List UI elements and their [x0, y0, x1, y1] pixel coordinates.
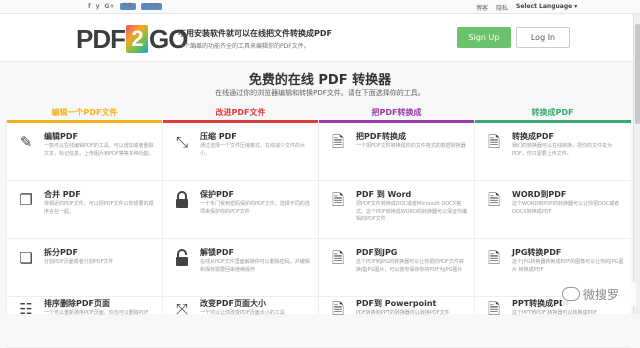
tool-column: ✎ 编辑PDF 一款可以在线编辑PDF的工具，可以增加或者删除文本，标记信息，上…	[6, 120, 163, 348]
tool-description: 这个PDF到JPG的转换器可以让你把的PDF文件转换成JPG图片，可以使你保存你…	[356, 259, 464, 273]
convert-to-icon: 🗎	[487, 133, 501, 151]
tool-description: 一款可以在线编辑PDF的工具，可以增加或者删除文本，标记信息，上传图片到PDF等…	[44, 143, 154, 157]
ppt-to-pdf-icon: 🗎	[487, 300, 501, 318]
tool-card-pdf-to-word[interactable]: 🗎 PDF 到 Word 把PDF文件转换成DOC或者Microsoft DOC…	[319, 181, 475, 239]
blog-link[interactable]: 博客	[476, 3, 488, 12]
column-heading-convert-from: 把PDF转换成	[371, 108, 422, 117]
watermark: 微搜罗	[562, 282, 636, 306]
tool-card-compress[interactable]: ⤡ 压缩 PDF 通过选择一个文件压缩格式，在线减少文件的大小。	[163, 123, 319, 181]
pdf-to-jpg-icon: 🗎	[331, 249, 345, 267]
tool-grid: ✎ 编辑PDF 一款可以在线编辑PDF的工具，可以增加或者删除文本，标记信息，上…	[6, 120, 631, 348]
jpg-to-pdf-icon: 🗎	[487, 249, 501, 267]
watermark-text: 微搜罗	[583, 287, 620, 302]
tool-card-pdf-to-ppt[interactable]: 🗎 PDF到 Powerpoint PDF转换到PPT的转换器可以转换PDF文件	[319, 290, 475, 348]
pdf-to-word-icon: 🗎	[331, 191, 345, 209]
tool-title: 拆分PDF	[44, 248, 78, 257]
tool-title: 保护PDF	[200, 190, 234, 199]
word-to-pdf-icon: 🗎	[487, 191, 501, 209]
tool-card-protect[interactable]: 保护PDF 一个专门受到密码保护的PDF文件，选择不同的选项来保护你的PDF文件	[163, 181, 319, 239]
tool-card-convert-to[interactable]: 🗎 转换成PDF 我们的转换器可以在线转换，把你的文件变为PDF，你只需要上传文…	[475, 123, 631, 181]
tool-description: 一个专门受到密码保护的PDF文件，选择不同的选项来保护你的PDF文件	[200, 201, 310, 215]
logo-text-left: PDF	[76, 23, 126, 54]
tool-title: PDF到JPG	[356, 248, 398, 257]
tool-description: 分割PDF页面或者分割PDF文件	[44, 259, 114, 265]
tool-column: ⤡ 压缩 PDF 通过选择一个文件压缩格式，在线减少文件的大小。 保护PDF 一…	[162, 120, 319, 348]
logo-two: 2	[126, 25, 148, 53]
resize-icon: ⤧	[175, 300, 188, 318]
column-heading-improve: 改进PDF文件	[215, 108, 266, 117]
tool-title: 转换成PDF	[512, 132, 554, 141]
subtagline: 一个简单的功能齐全的工具来编辑你的PDF文件。	[178, 43, 310, 50]
scrollbar[interactable]	[633, 14, 640, 314]
tool-card-split[interactable]: ❏ 拆分PDF 分割PDF页面或者分割PDF文件	[7, 239, 163, 297]
column-heading-convert-to: 转换成PDF	[531, 108, 574, 117]
column-heading-edit: 编辑一个PDF文件	[51, 108, 118, 117]
pdf-to-ppt-icon: 🗎	[331, 300, 345, 318]
unlock-icon	[173, 249, 191, 267]
tool-column: 🗎 把PDF转换成 一个把PDF文件转换成你的文件格式的数据转换器 🗎 PDF …	[318, 120, 475, 348]
tool-title: 排序删除PDF页面	[44, 299, 110, 308]
tool-description: 一个把PDF文件转换成你的文件格式的数据转换器	[356, 143, 466, 149]
split-icon: ❏	[19, 249, 33, 267]
tool-title: 合并 PDF	[44, 190, 81, 199]
social-links: f y G+ 分享 1 536	[88, 3, 163, 10]
tool-card-merge[interactable]: ❐ 合并 PDF 将相近的PDF文件，可以把PDF文件以你想要的顺序合在一起。	[7, 181, 163, 239]
share-count: 1 536	[140, 3, 163, 10]
tool-title: WORD到PDF	[512, 190, 567, 199]
facebook-icon[interactable]: f	[88, 3, 91, 10]
merge-icon: ❐	[19, 191, 33, 209]
top-bar: f y G+ 分享 1 536 博客 隐私 Select Language ▾	[0, 0, 640, 14]
share-button[interactable]: 分享	[119, 3, 136, 10]
wechat-icon	[562, 287, 580, 301]
tool-card-unlock[interactable]: 解锁PDF 在线从PDF文件里面解锁你可以删除密码，并编辑和保存需要回来继续操作	[163, 239, 319, 297]
tool-description: 将相近的PDF文件，可以把PDF文件以你想要的顺序合在一起。	[44, 201, 154, 215]
reorder-icon: ☷	[19, 300, 33, 318]
page-subtitle: 在线通过你的浏览器编辑和转换PDF文件。请在下面选择你的工具。	[215, 89, 425, 97]
tool-card-edit[interactable]: ✎ 编辑PDF 一款可以在线编辑PDF的工具，可以增加或者删除文本，标记信息，上…	[7, 123, 163, 181]
tool-description: 把PDF文件转换成DOC或者Microsoft DOCX格式。这个PDF转换成W…	[356, 201, 467, 222]
tool-description: 这个WORD到PDF的转换器可以让你把DOC或者DOCX转换成PDF	[512, 201, 620, 215]
tool-description: 这个JPG转换器转换成PDF的图像可以让你的JPG图片 转换成PDF	[512, 259, 624, 273]
tool-title: JPG转换PDF	[512, 248, 562, 257]
tool-card-convert-from[interactable]: 🗎 把PDF转换成 一个把PDF文件转换成你的文件格式的数据转换器	[319, 123, 475, 181]
tool-title: PDF 到 Word	[356, 190, 412, 199]
tool-title: 解锁PDF	[200, 248, 234, 257]
tool-title: PDF到 Powerpoint	[356, 299, 437, 308]
tool-description: 我们的转换器可以在线转换，把你的文件变为PDF，你只需要上传文件。	[512, 143, 613, 157]
tool-title: 改变PDF页面大小	[200, 299, 266, 308]
lock-icon	[173, 191, 191, 209]
tool-card-reorder[interactable]: ☷ 排序删除PDF页面 一个可以重新排序PDF页面，你也可以删除PDF	[7, 290, 163, 348]
tagline: 不用安装软件就可以在线把文件转换成PDF	[178, 29, 332, 38]
googleplus-icon[interactable]: G+	[105, 3, 115, 10]
tool-title: 把PDF转换成	[356, 132, 406, 141]
tool-card-resize[interactable]: ⤧ 改变PDF页面大小 一个可以让你改变PDF页面大小的工具	[163, 290, 319, 348]
tool-card-pdf-to-jpg[interactable]: 🗎 PDF到JPG 这个PDF到JPG的转换器可以让你把的PDF文件转换成JPG…	[319, 239, 475, 297]
logo[interactable]: PDF 2 GO .com	[76, 20, 201, 58]
tool-description: 通过选择一个文件压缩格式，在线减少文件的大小。	[200, 143, 306, 157]
tool-title: 编辑PDF	[44, 132, 78, 141]
top-links: 博客 隐私 Select Language ▾	[476, 3, 577, 12]
tool-description: 在线从PDF文件里面解锁你可以删除密码，并编辑和保存需要回来继续操作	[200, 259, 310, 273]
privacy-link[interactable]: 隐私	[496, 3, 508, 12]
login-button[interactable]: Log In	[516, 27, 570, 48]
compress-icon: ⤡	[175, 133, 188, 151]
tool-card-word-to-pdf[interactable]: 🗎 WORD到PDF 这个WORD到PDF的转换器可以让你把DOC或者DOCX转…	[475, 181, 631, 239]
twitter-icon[interactable]: y	[96, 3, 100, 10]
tool-title: 压缩 PDF	[200, 132, 237, 141]
convert-from-icon: 🗎	[331, 133, 345, 151]
edit-icon: ✎	[19, 133, 33, 151]
signup-button[interactable]: Sign Up	[457, 27, 511, 48]
page-title: 免费的在线 PDF 转换器	[248, 73, 392, 88]
language-select[interactable]: Select Language ▾	[516, 3, 577, 12]
